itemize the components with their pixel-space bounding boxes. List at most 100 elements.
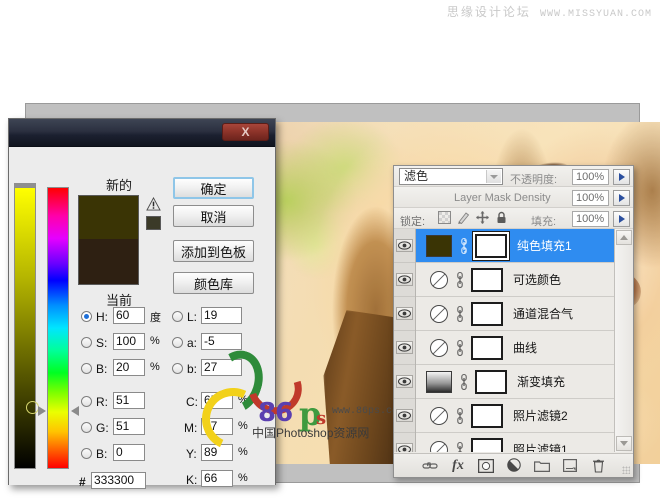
radio-hsb-s[interactable]	[81, 337, 92, 348]
eye-icon[interactable]	[396, 307, 413, 320]
panel-resize-grip[interactable]	[622, 466, 630, 474]
eye-icon[interactable]	[396, 273, 413, 286]
new-adjustment-layer-icon[interactable]	[506, 458, 522, 474]
radio-lab-l[interactable]	[172, 311, 183, 322]
radio-lab-a[interactable]	[172, 337, 183, 348]
input-b-rgb[interactable]: 0	[113, 444, 145, 461]
radio-hsb-b[interactable]	[81, 363, 92, 374]
input-k[interactable]: 66	[201, 470, 233, 487]
layer-thumbnail-solid[interactable]	[426, 235, 452, 257]
layer-mask-thumbnail[interactable]	[471, 336, 503, 360]
mask-density-value[interactable]: 100%	[572, 190, 609, 206]
add-to-swatches-button[interactable]: 添加到色板	[173, 240, 254, 262]
radio-rgb-r[interactable]	[81, 396, 92, 407]
opacity-value[interactable]: 100%	[572, 169, 609, 185]
layer-row[interactable]: 可选颜色	[416, 263, 614, 297]
fill-stepper[interactable]	[613, 211, 630, 227]
lock-all-padlock-icon[interactable]	[495, 211, 508, 224]
mask-density-label: Layer Mask Density	[454, 192, 551, 204]
mask-link-icon[interactable]	[455, 441, 465, 453]
blend-mode-select[interactable]: 滤色	[399, 168, 503, 185]
new-color-swatch[interactable]	[79, 196, 138, 241]
layer-mask-thumbnail[interactable]	[475, 234, 507, 258]
input-a[interactable]: -5	[201, 333, 242, 350]
hue-gradient-strip[interactable]	[47, 187, 69, 469]
input-c[interactable]: 65	[201, 392, 233, 409]
eye-icon[interactable]	[396, 341, 413, 354]
input-s[interactable]: 100	[113, 333, 145, 350]
input-g[interactable]: 51	[113, 418, 145, 435]
layer-thumbnail-adjustment[interactable]	[430, 407, 448, 425]
ok-button[interactable]: 确定	[173, 177, 254, 199]
cancel-button[interactable]: 取消	[173, 205, 254, 227]
layer-thumbnail-gradient[interactable]	[426, 371, 452, 393]
brightness-gradient-strip[interactable]	[14, 187, 36, 469]
scroll-down-icon[interactable]	[616, 436, 632, 451]
layer-mask-thumbnail[interactable]	[471, 268, 503, 292]
eye-icon[interactable]	[396, 443, 413, 452]
layer-list-scrollbar[interactable]	[614, 229, 633, 452]
layer-row[interactable]: 渐变填充	[416, 365, 614, 399]
lock-position-move-icon[interactable]	[476, 211, 489, 224]
current-color-swatch[interactable]	[79, 239, 138, 284]
in-gamut-color-chip[interactable]	[146, 216, 161, 230]
mask-link-icon[interactable]	[455, 305, 465, 323]
mask-link-icon[interactable]	[459, 373, 469, 391]
radio-hsb-h[interactable]	[81, 311, 92, 322]
layer-thumbnail-adjustment[interactable]	[430, 271, 448, 289]
mask-link-icon[interactable]	[459, 237, 469, 255]
fill-value[interactable]: 100%	[572, 211, 609, 227]
layer-mask-thumbnail[interactable]	[471, 404, 503, 428]
lock-transparent-pixels-icon[interactable]	[438, 211, 451, 224]
mask-link-icon[interactable]	[455, 271, 465, 289]
mask-link-icon[interactable]	[455, 407, 465, 425]
radio-lab-b[interactable]	[172, 363, 183, 374]
input-l[interactable]: 19	[201, 307, 242, 324]
scroll-up-icon[interactable]	[616, 230, 632, 245]
layer-thumbnail-adjustment[interactable]	[430, 339, 448, 357]
chevron-down-icon[interactable]	[486, 170, 501, 183]
layer-visibility-cell	[394, 399, 415, 433]
layer-thumbnail-adjustment[interactable]	[430, 441, 448, 453]
input-r[interactable]: 51	[113, 392, 145, 409]
input-b-lab[interactable]: 27	[201, 359, 242, 376]
color-libraries-button[interactable]: 颜色库	[173, 272, 254, 294]
input-m[interactable]: 57	[201, 418, 233, 435]
gamut-warning-icon[interactable]	[146, 197, 161, 211]
opacity-stepper[interactable]	[613, 169, 630, 185]
close-icon[interactable]: X	[222, 123, 269, 141]
mask-link-icon[interactable]	[455, 339, 465, 357]
layer-row[interactable]: 通道混合气	[416, 297, 614, 331]
layer-visibility-cell	[394, 263, 415, 297]
eye-icon[interactable]	[396, 239, 413, 252]
radio-rgb-g[interactable]	[81, 422, 92, 433]
link-layers-icon[interactable]	[422, 458, 438, 474]
new-layer-icon[interactable]	[562, 458, 578, 474]
mask-density-stepper[interactable]	[613, 190, 630, 206]
layer-mask-thumbnail[interactable]	[471, 438, 503, 453]
layer-row[interactable]: 照片滤镜1	[416, 433, 614, 452]
hue-marker-left-icon[interactable]	[38, 406, 46, 416]
hue-marker-right-icon[interactable]	[71, 406, 79, 416]
layer-list: 纯色填充1 可选颜色	[394, 229, 633, 452]
forum-watermark-cn: 思缘设计论坛	[447, 5, 531, 19]
radio-rgb-b[interactable]	[81, 448, 92, 459]
input-y[interactable]: 89	[201, 444, 233, 461]
eye-icon[interactable]	[396, 409, 413, 422]
hex-input[interactable]: 333300	[91, 472, 146, 489]
input-h[interactable]: 60	[113, 307, 145, 324]
layer-row[interactable]: 纯色填充1	[416, 229, 614, 263]
layer-mask-thumbnail[interactable]	[475, 370, 507, 394]
layer-thumbnail-adjustment[interactable]	[430, 305, 448, 323]
layer-row[interactable]: 曲线	[416, 331, 614, 365]
add-layer-mask-icon[interactable]	[478, 458, 494, 474]
new-group-folder-icon[interactable]	[534, 458, 550, 474]
lock-image-pixels-brush-icon[interactable]	[457, 211, 470, 224]
layer-row[interactable]: 照片滤镜2	[416, 399, 614, 433]
layer-styles-fx-icon[interactable]: fx	[450, 458, 466, 474]
delete-layer-trash-icon[interactable]	[590, 458, 606, 474]
input-b-hsb[interactable]: 20	[113, 359, 145, 376]
eye-icon[interactable]	[396, 375, 413, 388]
layer-mask-thumbnail[interactable]	[471, 302, 503, 326]
color-picker-titlebar[interactable]: X	[9, 119, 275, 147]
